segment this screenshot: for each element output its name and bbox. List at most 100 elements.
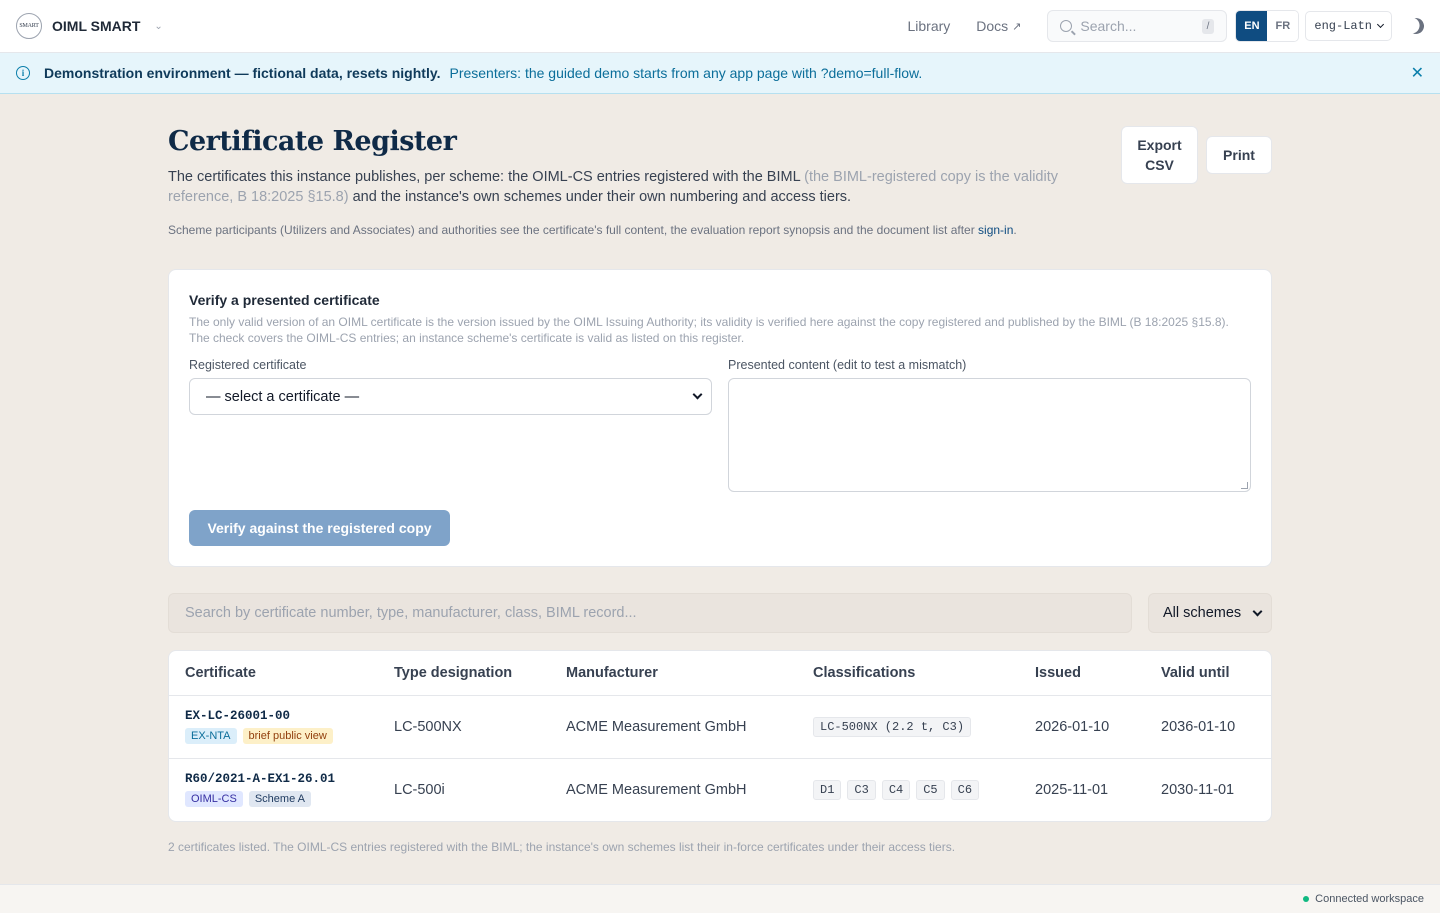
class-chips: LC-500NX (2.2 t, C3) [813,716,1003,737]
status-dot-icon [1303,896,1310,902]
register-search-input[interactable]: Search by certificate number, type, manu… [168,593,1132,633]
fine-text: Scheme participants (Utilizers and Assoc… [168,223,979,237]
registered-col: Registered certificate — select a certif… [189,358,712,492]
search-shortcut-badge: / [1201,18,1215,34]
registered-certificate-select[interactable]: — select a certificate — [189,378,712,415]
scheme-select[interactable]: All schemes [1148,593,1272,633]
cell-type: LC-500NX [378,695,550,759]
main-content: Certificate Register The certificates th… [168,94,1272,854]
oiml-logo-icon: SMART [16,13,42,39]
visibility-tag: brief public view [242,728,333,744]
verify-title: Verify a presented certificate [189,292,380,308]
dark-mode-moon-icon[interactable] [1406,16,1427,37]
certificate-number-link[interactable]: EX-LC-26001-00 [185,709,362,723]
class-chip: LC-500NX (2.2 t, C3) [813,716,972,737]
cell-manufacturer: ACME Measurement GmbH [550,695,797,759]
class-chip: C3 [847,779,876,800]
col-header-manufacturer[interactable]: Manufacturer [550,651,797,696]
registered-select-value: — select a certificate — [206,388,360,405]
cell-certificate: EX-LC-26001-00 EX-NTA brief public view [169,695,378,759]
search-icon [1060,20,1073,32]
class-chips: D1 C3 C4 C5 C6 [813,779,1003,800]
certificate-table-card: Certificate Type designation Manufacture… [168,650,1272,822]
page-actions: Export CSV Print [1121,126,1272,184]
page-title: Certificate Register [168,126,457,157]
class-chip: D1 [813,779,842,800]
scheme-tag: EX-NTA [185,728,237,744]
cell-issued: 2026-01-10 [1019,695,1145,759]
cell-classifications: LC-500NX (2.2 t, C3) [797,695,1019,759]
info-icon: i [16,66,30,80]
top-nav: Library Docs ↗ Search... / EN FR eng-Lat… [907,10,1424,42]
cell-classifications: D1 C3 C4 C5 C6 [797,758,1019,821]
search-placeholder: Search... [1080,18,1137,34]
lang-fr-button[interactable]: FR [1267,11,1299,41]
verify-form: Registered certificate — select a certif… [189,358,1251,492]
script-select[interactable]: eng-Latn [1305,11,1392,41]
print-button[interactable]: Print [1206,136,1272,174]
col-header-certificate[interactable]: Certificate [169,651,378,696]
fine-end: . [1013,223,1017,237]
export-csv-button[interactable]: Export CSV [1121,126,1198,184]
table-row[interactable]: R60/2021-A-EX1-26.01 OIML-CS Scheme A LC… [169,758,1271,821]
chevron-down-icon[interactable]: ⌄ [154,21,162,32]
verify-button[interactable]: Verify against the registered copy [189,510,450,546]
verify-description: The only valid version of an OIML certif… [189,315,1229,345]
brand-name: OIML SMART [52,18,141,34]
status-bar: Connected workspace [0,884,1440,913]
language-switcher: EN FR [1235,10,1300,42]
table-footnote: 2 certificates listed. The OIML-CS entri… [168,840,956,854]
class-chip: C6 [950,779,980,800]
chevron-down-icon [1252,606,1263,616]
scheme-select-value: All schemes [1163,605,1242,621]
search-input[interactable]: Search... / [1047,10,1228,42]
col-header-type[interactable]: Type designation [378,651,550,696]
verify-card: Verify a presented certificate The only … [168,269,1272,567]
brand[interactable]: SMART OIML SMART ⌄ [16,13,163,39]
certificate-table: Certificate Type designation Manufacture… [169,651,1271,821]
nav-docs[interactable]: Docs ↗ [976,18,1021,34]
lead-text: The certificates this instance publishes… [168,169,805,185]
certificate-tags: EX-NTA brief public view [185,728,362,744]
col-header-issued[interactable]: Issued [1019,651,1145,696]
banner-text: Presenters: the guided demo starts from … [449,65,923,81]
page-header: Certificate Register The certificates th… [168,126,1272,237]
scheme-name-tag: Scheme A [248,791,311,808]
page-lead: The certificates this instance publishes… [168,167,1098,207]
chevron-down-icon [692,389,703,400]
cell-issued: 2025-11-01 [1035,781,1109,798]
col-header-classifications[interactable]: Classifications [797,651,1019,696]
script-select-value: eng-Latn [1314,19,1372,33]
scheme-tag: OIML-CS [185,791,243,808]
cell-valid-until: 2036-01-10 [1145,695,1271,759]
cell-certificate: R60/2021-A-EX1-26.01 OIML-CS Scheme A [169,758,378,821]
page-header-text: Certificate Register The certificates th… [168,126,1098,237]
certificate-number-link[interactable]: R60/2021-A-EX1-26.01 [185,772,362,786]
page-fine-print: Scheme participants (Utilizers and Assoc… [168,223,1098,237]
cell-valid-until: 2030-11-01 [1161,781,1235,798]
presented-content-textarea[interactable] [728,378,1251,492]
close-icon[interactable]: ✕ [1411,63,1424,83]
class-chip: C5 [916,779,945,800]
demo-banner: i Demonstration environment — fictional … [0,53,1440,94]
filter-row: Search by certificate number, type, manu… [168,593,1272,633]
lead-text-end: and the instance's own schemes under the… [348,189,852,205]
nav-docs-label: Docs [976,18,1009,34]
chevron-down-icon [1376,20,1385,28]
cell-manufacturer: ACME Measurement GmbH [566,781,747,798]
table-row[interactable]: EX-LC-26001-00 EX-NTA brief public view … [169,695,1271,759]
status-text: Connected workspace [1315,893,1424,905]
cell-type: LC-500i [394,781,445,798]
table-header-row: Certificate Type designation Manufacture… [169,651,1271,696]
presented-label: Presented content (edit to test a mismat… [728,358,967,372]
certificate-tags: OIML-CS Scheme A [185,791,362,808]
banner-title: Demonstration environment — fictional da… [44,65,441,81]
lang-en-button[interactable]: EN [1236,11,1268,41]
presented-col: Presented content (edit to test a mismat… [728,358,1251,492]
registered-label: Registered certificate [189,358,307,372]
top-bar: SMART OIML SMART ⌄ Library Docs ↗ Search… [0,0,1440,53]
sign-in-link[interactable]: sign-in [978,223,1013,237]
class-chip: C4 [881,779,911,800]
col-header-valid-until[interactable]: Valid until [1145,651,1271,696]
nav-library[interactable]: Library [907,18,950,34]
